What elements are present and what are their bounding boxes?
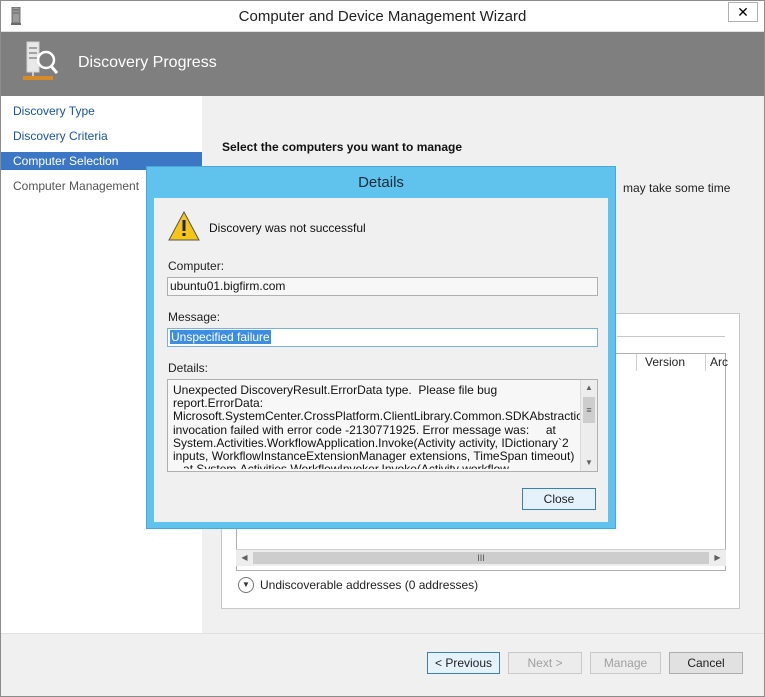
window-title: Computer and Device Management Wizard	[238, 8, 527, 25]
close-button[interactable]: Close	[522, 488, 596, 510]
column-separator	[636, 354, 637, 371]
column-header-arc[interactable]: Arc	[710, 354, 728, 371]
vertical-scrollbar[interactable]: ▲ ≡ ▼	[580, 380, 597, 471]
computer-label: Computer:	[168, 259, 225, 273]
scroll-left-icon[interactable]: ◀	[236, 550, 253, 566]
next-button[interactable]: Next >	[508, 652, 582, 674]
scroll-thumb[interactable]: III	[253, 552, 709, 564]
horizontal-scrollbar[interactable]: ◀ III ▶	[236, 549, 726, 566]
details-text: Unexpected DiscoveryResult.ErrorData typ…	[173, 384, 580, 469]
dialog-title: Details	[358, 174, 404, 191]
message-value: Unspecified failure	[170, 330, 271, 344]
divider	[617, 336, 725, 337]
dialog-body: Discovery was not successful Computer: u…	[154, 198, 608, 522]
details-label: Details:	[168, 361, 209, 375]
computer-field[interactable]: ubuntu01.bigfirm.com	[167, 277, 598, 296]
section-heading: Select the computers you want to manage	[222, 140, 463, 154]
server-magnifier-icon	[23, 41, 59, 80]
column-separator	[705, 354, 706, 371]
details-textbox[interactable]: Unexpected DiscoveryResult.ErrorData typ…	[167, 379, 598, 472]
message-field[interactable]: Unspecified failure	[167, 328, 598, 347]
scroll-thumb[interactable]: ≡	[583, 397, 595, 423]
scroll-right-icon[interactable]: ▶	[709, 550, 726, 566]
wizard-footer: < Previous Next > Manage Cancel	[1, 633, 764, 696]
scroll-up-icon[interactable]: ▲	[581, 380, 597, 396]
column-header-version[interactable]: Version	[645, 354, 685, 371]
warning-icon	[168, 211, 200, 241]
page-title: Discovery Progress	[78, 54, 217, 71]
wizard-header: Discovery Progress	[1, 32, 764, 96]
title-bar[interactable]: Computer and Device Management Wizard ✕	[1, 1, 764, 32]
window-close-button[interactable]: ✕	[728, 2, 758, 22]
cancel-button[interactable]: Cancel	[669, 652, 743, 674]
previous-button[interactable]: < Previous	[427, 652, 500, 674]
progress-note-text: may take some time	[623, 181, 731, 195]
chevron-down-icon[interactable]: ▼	[238, 577, 254, 593]
details-dialog: Details Discovery was not successful Com…	[146, 166, 616, 529]
message-label: Message:	[168, 310, 221, 324]
nav-item-discovery-criteria[interactable]: Discovery Criteria	[1, 127, 202, 145]
undiscoverable-addresses-toggle[interactable]: Undiscoverable addresses (0 addresses)	[260, 578, 478, 592]
discovery-status-text: Discovery was not successful	[209, 221, 366, 235]
scroll-down-icon[interactable]: ▼	[581, 455, 597, 471]
nav-item-discovery-type[interactable]: Discovery Type	[1, 102, 202, 120]
manage-button[interactable]: Manage	[590, 652, 661, 674]
